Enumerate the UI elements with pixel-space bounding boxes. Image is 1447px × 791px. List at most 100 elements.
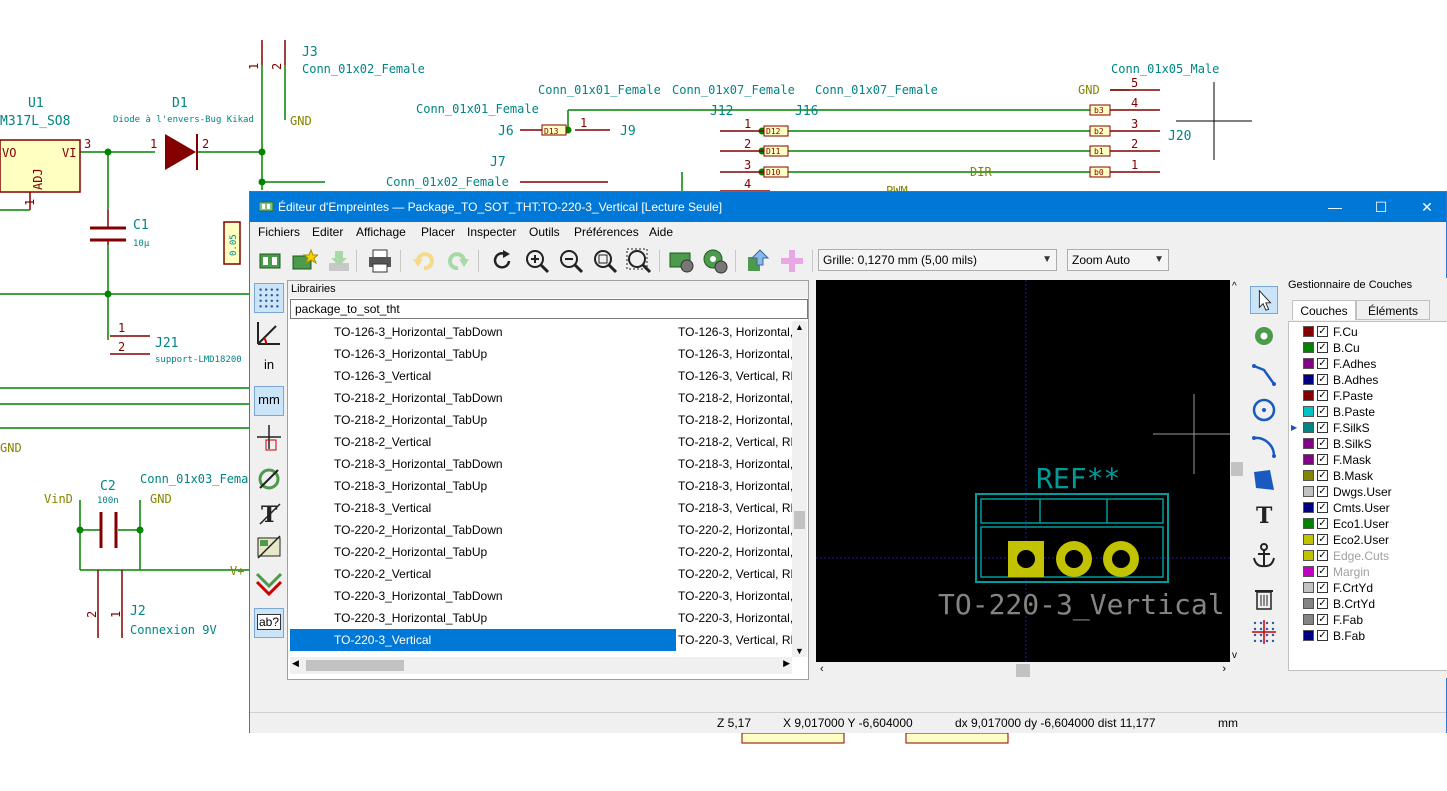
table-row[interactable]: TO-220-2_Vertical TO-220-2, Vertical, RM [290,563,792,585]
layer-visibility-checkbox[interactable]: ✓ [1317,534,1328,545]
layer-color-swatch[interactable] [1303,534,1314,545]
layer-color-swatch[interactable] [1303,374,1314,385]
table-row[interactable]: TO-126-3_Vertical TO-126-3, Vertical, RM [290,365,792,387]
layer-visibility-checkbox[interactable]: ✓ [1317,486,1328,497]
footprint-canvas[interactable]: REF** TO-220-3_Vertical [816,280,1230,662]
table-row[interactable]: TO-220-3_Horizontal_TabDown TO-220-3, Hor… [290,585,792,607]
layer-color-swatch[interactable] [1303,614,1314,625]
add-arc-icon[interactable] [1250,432,1278,460]
layer-visibility-checkbox[interactable]: ✓ [1317,422,1328,433]
layer-visibility-checkbox[interactable]: ✓ [1317,406,1328,417]
layer-visibility-checkbox[interactable]: ✓ [1317,438,1328,449]
refresh-icon[interactable] [488,247,516,275]
scroll-thumb[interactable] [1231,462,1243,476]
add-polygon-icon[interactable] [1250,466,1278,494]
layer-visibility-checkbox[interactable]: ✓ [1317,470,1328,481]
layer-visibility-checkbox[interactable]: ✓ [1317,614,1328,625]
scroll-thumb[interactable] [1016,664,1030,677]
footprint-properties-icon[interactable] [667,247,695,275]
new-footprint-icon[interactable] [256,247,284,275]
minimize-button[interactable]: — [1312,192,1358,222]
maximize-button[interactable]: ☐ [1358,192,1404,222]
table-row[interactable]: TO-218-2_Horizontal_TabUp TO-218-2, Horiz… [290,409,792,431]
load-footprint-icon[interactable] [290,247,318,275]
menu-fichiers[interactable]: Fichiers [258,225,300,239]
scroll-thumb[interactable] [794,511,805,529]
add-text-icon[interactable]: T [1250,500,1278,528]
layer-visibility-checkbox[interactable]: ✓ [1317,630,1328,641]
table-row[interactable]: TO-218-3_Horizontal_TabUp TO-218-3, Horiz… [290,475,792,497]
anchor-icon[interactable] [1250,542,1278,570]
layer-visibility-checkbox[interactable]: ✓ [1317,518,1328,529]
layer-visibility-checkbox[interactable]: ✓ [1317,454,1328,465]
library-search-input[interactable]: package_to_sot_tht [290,299,808,319]
layer-visibility-checkbox[interactable]: ✓ [1317,582,1328,593]
menu-editer[interactable]: Editer [312,225,343,239]
zoom-in-icon[interactable] [523,247,551,275]
layer-color-swatch[interactable] [1303,390,1314,401]
layer-visibility-checkbox[interactable]: ✓ [1317,550,1328,561]
redo-icon[interactable] [444,247,472,275]
edge-sketch-icon[interactable] [254,532,284,562]
select-arrow-icon[interactable] [1250,286,1278,314]
high-contrast-icon[interactable] [254,566,284,596]
save-icon[interactable] [325,247,353,275]
close-button[interactable]: ✕ [1404,192,1447,222]
zoom-out-icon[interactable] [557,247,585,275]
menu-inspecter[interactable]: Inspecter [467,225,516,239]
scroll-thumb[interactable] [306,660,404,671]
layer-color-swatch[interactable] [1303,518,1314,529]
check-footprint-icon[interactable] [744,247,772,275]
layer-color-swatch[interactable] [1303,454,1314,465]
layer-visibility-checkbox[interactable]: ✓ [1317,598,1328,609]
table-row[interactable]: TO-220-3_Vertical TO-220-3, Vertical, RM [290,629,792,651]
menu-outils[interactable]: Outils [529,225,560,239]
layer-color-swatch[interactable] [1303,358,1314,369]
undo-icon[interactable] [410,247,438,275]
layer-visibility-checkbox[interactable]: ✓ [1317,374,1328,385]
zoom-select[interactable]: Zoom Auto ▼ [1067,249,1169,271]
add-circle-icon[interactable] [1250,396,1278,424]
table-row[interactable]: TO-218-3_Vertical TO-218-3, Vertical, RM [290,497,792,519]
grid-select[interactable]: Grille: 0,1270 mm (5,00 mils) ▼ [818,249,1057,271]
delete-icon[interactable] [1250,584,1278,612]
menu-placer[interactable]: Placer [421,225,455,239]
search-footprint-button[interactable]: ab? [254,608,284,638]
library-vertical-scrollbar[interactable]: ▲ ▼ [792,321,807,657]
table-row[interactable]: TO-220-2_Horizontal_TabUp TO-220-2, Horiz… [290,541,792,563]
layer-visibility-checkbox[interactable]: ✓ [1317,358,1328,369]
layer-visibility-checkbox[interactable]: ✓ [1317,342,1328,353]
inch-units-button[interactable]: in [254,352,284,382]
grid-origin-icon[interactable] [1250,618,1278,646]
add-line-icon[interactable] [1250,360,1278,388]
layer-color-swatch[interactable] [1303,502,1314,513]
layer-visibility-checkbox[interactable]: ✓ [1317,566,1328,577]
table-row[interactable]: TO-126-3_Horizontal_TabUp TO-126-3, Horiz… [290,343,792,365]
menu-preferences[interactable]: Préférences [574,225,639,239]
title-bar[interactable]: Éditeur d'Empreintes — Package_TO_SOT_TH… [250,192,1446,222]
polar-coords-icon[interactable] [254,318,284,348]
table-row[interactable]: TO-126-3_Horizontal_TabDown TO-126-3, Hor… [290,321,792,343]
layer-color-swatch[interactable] [1303,326,1314,337]
pad-settings-icon[interactable] [701,247,729,275]
canvas-horizontal-scrollbar[interactable]: ‹ › [816,662,1230,679]
text-sketch-icon[interactable]: T [254,498,284,528]
print-icon[interactable] [366,247,394,275]
layer-visibility-checkbox[interactable]: ✓ [1317,502,1328,513]
add-pad-icon[interactable] [1250,322,1278,350]
library-horizontal-scrollbar[interactable]: ◀ ▶ [290,657,792,674]
table-row[interactable]: TO-220-3_Horizontal_TabUp TO-220-3, Horiz… [290,607,792,629]
layer-color-swatch[interactable] [1303,550,1314,561]
layer-color-swatch[interactable] [1303,470,1314,481]
layer-visibility-checkbox[interactable]: ✓ [1317,390,1328,401]
table-row[interactable]: TO-218-3_Horizontal_TabDown TO-218-3, Hor… [290,453,792,475]
layer-color-swatch[interactable] [1303,486,1314,497]
layer-color-swatch[interactable] [1303,342,1314,353]
layer-color-swatch[interactable] [1303,582,1314,593]
table-row[interactable]: TO-218-2_Vertical TO-218-2, Vertical, RM [290,431,792,453]
menu-aide[interactable]: Aide [649,225,673,239]
layer-color-swatch[interactable] [1303,630,1314,641]
mm-units-button[interactable]: mm [254,386,284,416]
tab-elements[interactable]: Éléments [1356,300,1430,320]
tab-couches[interactable]: Couches [1292,300,1356,320]
